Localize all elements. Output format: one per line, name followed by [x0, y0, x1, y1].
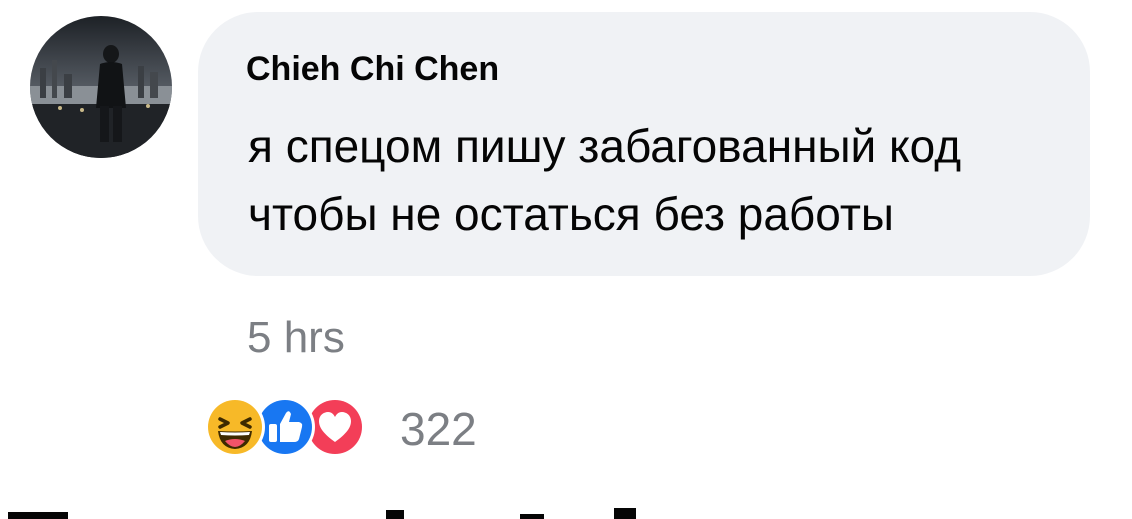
next-comment-cutoff [0, 507, 1132, 519]
comment-body: я спецом пишу забагованный код чтобы не о… [248, 112, 1068, 248]
comment-line: чтобы не остаться без работы [248, 188, 894, 240]
comment-bubble[interactable]: Chieh Chi Chen я спецом пишу забагованны… [198, 12, 1090, 276]
reaction-count[interactable]: 322 [400, 402, 477, 456]
comment-thread: Chieh Chi Chen я спецом пишу забагованны… [0, 0, 1132, 519]
comment-line: я спецом пишу забагованный код [248, 120, 962, 172]
haha-reaction-icon [204, 396, 266, 458]
reaction-summary[interactable] [204, 396, 365, 460]
comment-author[interactable]: Chieh Chi Chen [246, 50, 499, 89]
avatar[interactable] [30, 16, 172, 158]
avatar-photo [30, 16, 172, 158]
comment-timestamp[interactable]: 5 hrs [247, 313, 345, 363]
